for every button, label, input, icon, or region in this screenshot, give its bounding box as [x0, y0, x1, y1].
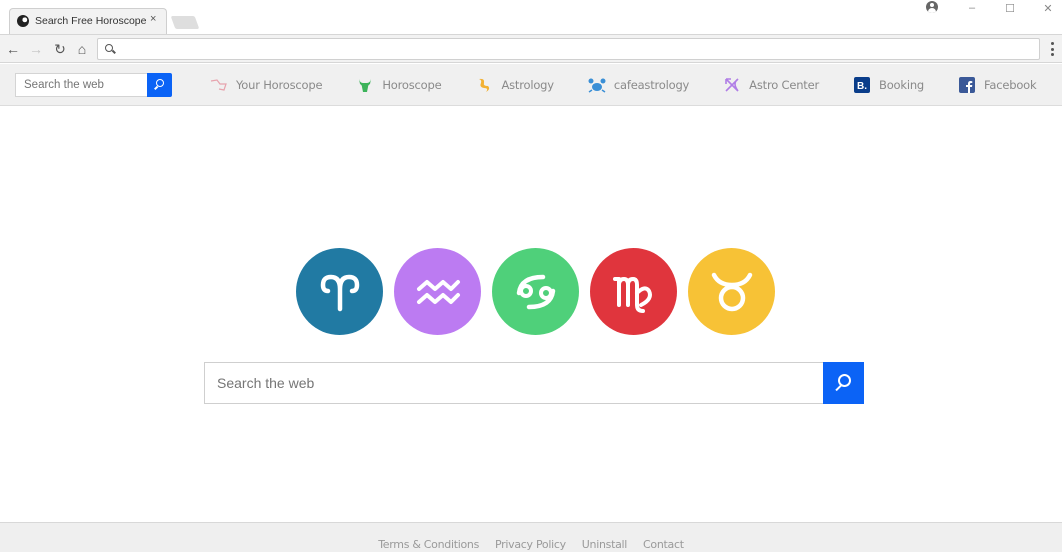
footer-link-uninstall[interactable]: Uninstall — [582, 538, 628, 551]
header-search-button[interactable] — [147, 73, 172, 97]
footer-link-contact[interactable]: Contact — [643, 538, 684, 551]
reload-button[interactable]: ↻ — [51, 40, 69, 58]
header-search-input[interactable] — [15, 73, 147, 97]
zodiac-signs — [296, 248, 786, 335]
link-cafeastrology[interactable]: cafeastrology — [588, 76, 689, 94]
link-label: Facebook — [984, 78, 1037, 92]
tab-title: Search Free Horoscope — [35, 15, 147, 27]
aries-icon — [320, 274, 359, 311]
main-search-input[interactable] — [204, 362, 824, 404]
maximize-button[interactable]: ☐ — [992, 0, 1028, 16]
home-button[interactable]: ⌂ — [73, 40, 91, 58]
forward-button[interactable]: → — [27, 40, 45, 58]
link-horoscope[interactable]: Horoscope — [356, 76, 442, 94]
sign-virgo[interactable] — [590, 248, 677, 335]
facebook-icon — [958, 76, 976, 94]
crab-icon — [588, 76, 606, 94]
bull-icon — [356, 76, 374, 94]
link-your-horoscope[interactable]: Your Horoscope — [210, 76, 323, 94]
cancer-icon — [516, 274, 555, 309]
link-label: Horoscope — [382, 78, 442, 92]
minimize-button[interactable]: – — [954, 0, 990, 16]
address-bar[interactable] — [97, 38, 1040, 60]
menu-dot — [1050, 47, 1054, 51]
search-icon — [156, 79, 164, 87]
menu-dot — [1050, 53, 1054, 56]
taurus-icon — [711, 272, 752, 311]
new-tab-button[interactable] — [170, 16, 200, 29]
link-label: Your Horoscope — [236, 78, 323, 92]
site-favicon-icon — [17, 15, 29, 27]
link-label: Astrology — [501, 78, 554, 92]
tab-close-icon[interactable]: × — [150, 13, 156, 25]
page-footer: Terms & Conditions Privacy Policy Uninst… — [0, 522, 1062, 552]
profile-icon[interactable] — [926, 1, 938, 13]
sign-aries[interactable] — [296, 248, 383, 335]
link-label: cafeastrology — [613, 78, 690, 92]
link-facebook[interactable]: Facebook — [958, 76, 1037, 94]
browser-menu-button[interactable] — [1050, 42, 1054, 56]
close-window-button[interactable]: ✕ — [1030, 0, 1062, 16]
link-label: Booking — [879, 78, 925, 92]
browser-titlebar: Search Free Horoscope × – ☐ ✕ — [0, 0, 1062, 35]
search-icon — [105, 44, 113, 52]
link-astro-center[interactable]: Astro Center — [723, 76, 819, 94]
browser-toolbar: ← → ↻ ⌂ — [0, 34, 1062, 63]
main-search-button[interactable] — [823, 362, 864, 404]
back-button[interactable]: ← — [4, 40, 22, 58]
virgo-icon — [612, 276, 652, 313]
footer-link-terms[interactable]: Terms & Conditions — [378, 538, 479, 551]
search-icon — [838, 374, 851, 387]
sun-moon-icon — [475, 76, 493, 94]
booking-icon: B. — [853, 76, 871, 94]
sign-cancer[interactable] — [492, 248, 579, 335]
link-label: Astro Center — [749, 78, 820, 92]
svg-text:B.: B. — [857, 81, 867, 92]
aquarius-icon — [416, 279, 460, 304]
page-header: Your Horoscope Horoscope Astrology cafea… — [0, 64, 1062, 106]
link-booking[interactable]: B. Booking — [853, 76, 924, 94]
menu-dot — [1050, 42, 1054, 45]
quick-links: Your Horoscope Horoscope Astrology cafea… — [210, 64, 1062, 106]
link-astrology[interactable]: Astrology — [475, 76, 554, 94]
footer-link-privacy[interactable]: Privacy Policy — [495, 538, 566, 551]
sign-taurus[interactable] — [688, 248, 775, 335]
sign-aquarius[interactable] — [394, 248, 481, 335]
sagittarius-icon — [723, 76, 741, 94]
constellation-icon — [210, 76, 228, 94]
